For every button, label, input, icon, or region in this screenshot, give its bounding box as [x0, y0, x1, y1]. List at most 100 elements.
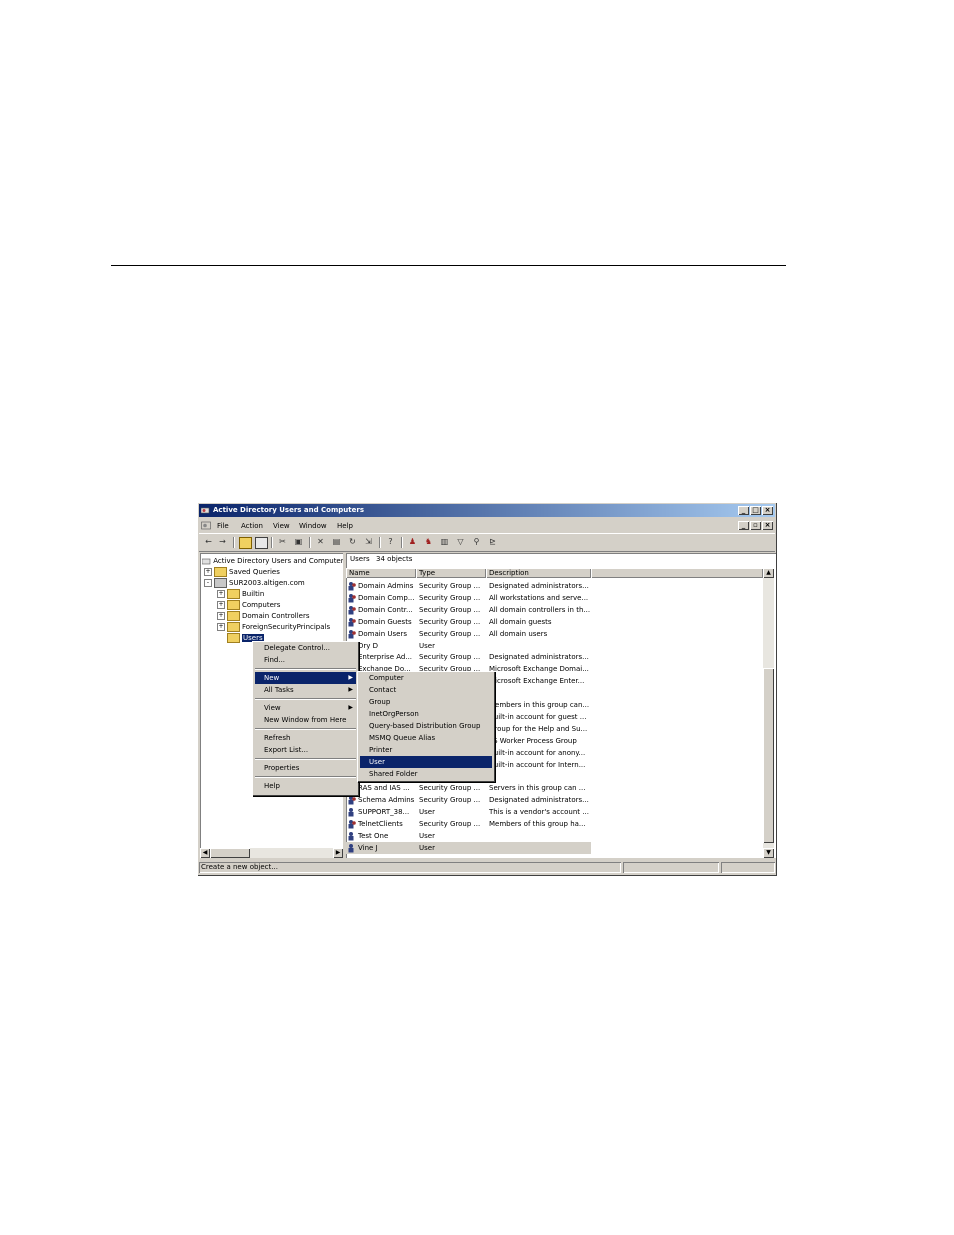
- column-header-description[interactable]: Description: [486, 568, 591, 578]
- tree-item-saved-queries[interactable]: + Saved Queries: [204, 567, 280, 578]
- tree-item-builtin[interactable]: + Builtin: [217, 589, 264, 600]
- table-row[interactable]: Dry D User: [346, 640, 591, 652]
- table-row[interactable]: Domain Contr... Security Group ... All dom…: [346, 604, 591, 616]
- filter-icon[interactable]: ▽: [455, 537, 466, 547]
- delete-icon[interactable]: ✕: [315, 537, 326, 547]
- mdi-minimize-button[interactable]: _: [738, 521, 749, 530]
- cut-icon[interactable]: ✂: [277, 537, 288, 547]
- table-row[interactable]: RAS and IAS ... Security Group ... Servers…: [346, 782, 591, 794]
- menu-item-new-window[interactable]: New Window from Here: [255, 714, 356, 726]
- table-row[interactable]: Domain Guests Security Group ... All domai…: [346, 616, 591, 628]
- copy-icon[interactable]: ▣: [293, 537, 304, 547]
- tree-item-label: Builtin: [242, 590, 265, 598]
- column-header-type[interactable]: Type: [416, 568, 486, 578]
- list-vertical-scrollbar[interactable]: ▲ ▼: [763, 568, 774, 858]
- maximize-button[interactable]: □: [750, 506, 761, 515]
- mdi-restore-button[interactable]: ▫: [750, 521, 761, 530]
- menu-item-view[interactable]: View ▶: [255, 702, 356, 714]
- properties-icon[interactable]: ▤: [331, 537, 342, 547]
- new-ou-icon[interactable]: ▥: [439, 537, 450, 547]
- scroll-left-icon[interactable]: ◀: [200, 848, 210, 858]
- menu-item-help[interactable]: Help: [255, 780, 356, 792]
- show-tree-icon[interactable]: [255, 537, 268, 549]
- menu-file[interactable]: File: [217, 522, 229, 530]
- expand-icon[interactable]: +: [204, 568, 212, 576]
- back-icon[interactable]: ←: [203, 537, 214, 547]
- menu-action[interactable]: Action: [241, 522, 263, 530]
- title-bar[interactable]: Active Directory Users and Computers _ □…: [199, 504, 775, 517]
- scroll-up-icon[interactable]: ▲: [763, 568, 774, 578]
- table-row[interactable]: TelnetClients Security Group ... Members o…: [346, 818, 591, 830]
- tree-item-foreign-security-principals[interactable]: + ForeignSecurityPrincipals: [217, 622, 330, 633]
- cell-type: Security Group ...: [419, 629, 481, 638]
- tree-item-domain[interactable]: - SUR2003.altigen.com: [204, 578, 305, 589]
- submenu-item-msmq-queue-alias[interactable]: MSMQ Queue Alias: [360, 732, 492, 744]
- add-to-group-icon[interactable]: ⊵: [487, 537, 498, 547]
- menu-item-refresh[interactable]: Refresh: [255, 732, 356, 744]
- table-row[interactable]: Domain Admins Security Group ... Designate…: [346, 580, 591, 592]
- expand-icon[interactable]: +: [217, 590, 225, 598]
- up-folder-icon[interactable]: [239, 537, 252, 549]
- new-group-icon[interactable]: ♞: [423, 537, 434, 547]
- new-user-icon[interactable]: ♟: [407, 537, 418, 547]
- scroll-thumb[interactable]: [210, 848, 250, 858]
- expand-icon[interactable]: +: [217, 612, 225, 620]
- tree-item-computers[interactable]: + Computers: [217, 600, 280, 611]
- close-button[interactable]: ×: [762, 506, 773, 515]
- table-row[interactable]: Enterprise Ad... Security Group ... Design…: [346, 651, 591, 663]
- toolbar-separator: [379, 537, 381, 548]
- cell-name: Vine J: [358, 843, 378, 852]
- submenu-item-computer[interactable]: Computer: [360, 672, 492, 684]
- expand-icon[interactable]: +: [217, 623, 225, 631]
- column-header-spacer: [591, 568, 763, 578]
- submenu-item-shared-folder[interactable]: Shared Folder: [360, 768, 492, 780]
- submenu-item-group[interactable]: Group: [360, 696, 492, 708]
- forward-icon[interactable]: →: [217, 537, 228, 547]
- table-row[interactable]: Domain Users Security Group ... All domain…: [346, 628, 591, 640]
- find-icon[interactable]: ⚲: [471, 537, 482, 547]
- submenu-arrow-icon: ▶: [348, 674, 353, 681]
- status-bar: Create a new object...: [199, 862, 775, 874]
- menu-item-find[interactable]: Find...: [255, 654, 356, 666]
- folder-icon: [227, 589, 240, 599]
- mdi-close-button[interactable]: ×: [762, 521, 773, 530]
- table-row[interactable]: Test One User: [346, 830, 591, 842]
- expand-icon[interactable]: +: [217, 601, 225, 609]
- submenu-item-printer[interactable]: Printer: [360, 744, 492, 756]
- menu-item-delegate-control[interactable]: Delegate Control...: [255, 642, 356, 654]
- table-row[interactable]: Vine J User: [346, 841, 591, 857]
- column-header-name[interactable]: Name: [346, 568, 416, 578]
- tree-item-domain-controllers[interactable]: + Domain Controllers: [217, 611, 309, 622]
- table-row[interactable]: Domain Comp... Security Group ... All work…: [346, 592, 591, 604]
- scroll-right-icon[interactable]: ▶: [333, 848, 343, 858]
- submenu-item-user[interactable]: User: [360, 756, 492, 768]
- scroll-thumb[interactable]: [763, 668, 774, 843]
- menu-item-all-tasks[interactable]: All Tasks ▶: [255, 684, 356, 696]
- minimize-button[interactable]: _: [738, 506, 749, 515]
- cell-description: All domain users: [489, 629, 548, 638]
- submenu-item-query-based-group[interactable]: Query-based Distribution Group: [360, 720, 492, 732]
- table-row[interactable]: Schema Admins Security Group ... Designate…: [346, 794, 591, 806]
- user-icon: [347, 843, 357, 857]
- tree-root[interactable]: Active Directory Users and Computers: [202, 556, 343, 567]
- collapse-icon[interactable]: -: [204, 579, 212, 587]
- table-row[interactable]: SUPPORT_38... User This is a vendor's acco…: [346, 806, 591, 818]
- cell-name: RAS and IAS ...: [358, 784, 410, 793]
- menu-item-properties[interactable]: Properties: [255, 762, 356, 774]
- menu-window[interactable]: Window: [299, 522, 327, 530]
- menu-view[interactable]: View: [273, 522, 290, 530]
- submenu-item-contact[interactable]: Contact: [360, 684, 492, 696]
- cell-description: IIS Worker Process Group: [489, 736, 577, 745]
- tree-horizontal-scrollbar[interactable]: ◀ ▶: [200, 848, 343, 858]
- menu-item-new[interactable]: New ▶: [255, 672, 356, 684]
- console-icon[interactable]: [201, 521, 211, 530]
- menu-help[interactable]: Help: [337, 522, 353, 530]
- help-icon[interactable]: ?: [385, 537, 396, 547]
- submenu-item-inetorgperson[interactable]: InetOrgPerson: [360, 708, 492, 720]
- menu-separator: [255, 758, 356, 760]
- scroll-down-icon[interactable]: ▼: [763, 848, 774, 858]
- export-icon[interactable]: ⇲: [363, 537, 374, 547]
- refresh-icon[interactable]: ↻: [347, 537, 358, 547]
- folder-icon: [227, 600, 240, 610]
- menu-item-export-list[interactable]: Export List...: [255, 744, 356, 756]
